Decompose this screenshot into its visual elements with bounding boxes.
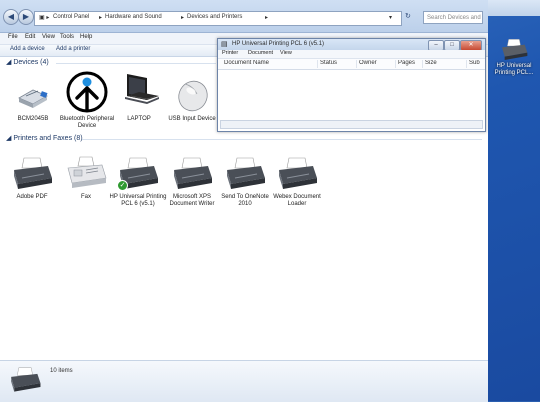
bluetooth-dongle-icon [18, 89, 48, 108]
printer-label: Webex Document Loader [273, 194, 321, 207]
breadcrumb-separator-icon: ▸ [181, 15, 185, 21]
arrow-circle-icon [66, 71, 108, 113]
navigation-bar: ◀ ▶ ▣ ▸ Control Panel ▸ Hardware and Sou… [0, 0, 488, 33]
menu-document[interactable]: Document [248, 50, 273, 56]
menu-edit[interactable]: Edit [25, 34, 35, 40]
print-queue-window: ▤ HP Universal Printing PCL 6 (v5.1) – □… [217, 38, 486, 132]
menu-tools[interactable]: Tools [60, 34, 74, 40]
desktop-icon-label: HP Universal Printing PCL... [494, 63, 534, 76]
devices-group-header[interactable]: ◢ Devices (4) [6, 58, 49, 66]
menu-view[interactable]: View [42, 34, 55, 40]
col-submitted[interactable]: Sub [466, 60, 483, 68]
breadcrumb-control-panel[interactable]: Control Panel [53, 14, 89, 20]
printer-hp-universal[interactable]: ✓ HP Universal Printing PCL 6 (v5.1) [108, 156, 168, 208]
address-bar[interactable]: ▣ ▸ Control Panel ▸ Hardware and Sound ▸… [34, 11, 402, 26]
device-label: Bluetooth Peripheral Device [59, 116, 115, 129]
printers-group-header[interactable]: ◢ Printers and Faxes (8) [6, 134, 83, 142]
printer-send-to-onenote[interactable]: Send To OneNote 2010 [215, 156, 275, 208]
breadcrumb-separator-icon: ▸ [265, 15, 269, 21]
device-label: USB Input Device [168, 116, 216, 122]
details-pane: 10 items [0, 360, 488, 402]
printer-fax[interactable]: Fax [56, 156, 116, 201]
col-owner[interactable]: Owner [356, 60, 395, 68]
background-window-edge [488, 0, 540, 16]
devices-group-label: Devices (4) [13, 59, 49, 66]
refresh-icon[interactable]: ↻ [405, 12, 411, 20]
desktop-printer-shortcut[interactable]: HP Universal Printing PCL... [490, 38, 538, 76]
device-bcm2045b[interactable]: BCM2045B [3, 74, 63, 123]
back-arrow-icon: ◀ [7, 12, 15, 21]
printer-label: Send To OneNote 2010 [221, 194, 269, 207]
col-status[interactable]: Status [317, 60, 356, 68]
item-count: 10 items [50, 368, 73, 374]
printer-label: Adobe PDF [16, 194, 48, 200]
printer-label: HP Universal Printing PCL 6 (v5.1) [109, 194, 167, 207]
printer-icon [174, 157, 212, 189]
fax-icon [67, 156, 107, 188]
col-document-name[interactable]: Document Name [222, 60, 316, 68]
printer-label: Fax [80, 194, 91, 200]
printer-small-icon: ▤ [221, 41, 228, 48]
add-printer-button[interactable]: Add a printer [56, 46, 90, 52]
printer-icon [11, 367, 41, 392]
forward-button[interactable]: ▶ [18, 9, 34, 25]
printer-adobe-pdf[interactable]: Adobe PDF [2, 156, 62, 201]
menu-file[interactable]: File [8, 34, 18, 40]
back-button[interactable]: ◀ [3, 9, 19, 25]
print-queue-title: HP Universal Printing PCL 6 (v5.1) [232, 41, 325, 47]
print-queue-titlebar[interactable]: ▤ HP Universal Printing PCL 6 (v5.1) – □… [218, 39, 485, 51]
search-input[interactable]: Search Devices and Pr... [423, 11, 483, 24]
folder-icon: ▣ ▸ [39, 15, 50, 21]
printers-group-label: Printers and Faxes (8) [13, 135, 83, 142]
device-bluetooth-peripheral[interactable]: Bluetooth Peripheral Device [57, 70, 117, 130]
group-divider [56, 63, 216, 64]
breadcrumb-separator-icon: ▸ [99, 15, 103, 21]
printer-icon [502, 39, 528, 60]
mouse-icon [178, 80, 208, 112]
laptop-icon [125, 74, 159, 104]
default-printer-check-icon: ✓ [117, 180, 128, 191]
col-pages[interactable]: Pages [395, 60, 422, 68]
printer-icon [227, 157, 265, 189]
printer-icon [14, 157, 52, 189]
menu-view[interactable]: View [280, 50, 292, 56]
breadcrumb-hardware-and-sound[interactable]: Hardware and Sound [105, 14, 162, 20]
col-size[interactable]: Size [422, 60, 455, 68]
horizontal-scrollbar[interactable] [220, 120, 483, 129]
printer-label: Microsoft XPS Document Writer [169, 194, 215, 207]
forward-arrow-icon: ▶ [22, 12, 30, 21]
device-laptop[interactable]: LAPTOP [109, 70, 169, 123]
add-device-button[interactable]: Add a device [10, 46, 45, 52]
printer-icon [279, 157, 317, 189]
print-queue-menu: Printer Document View [218, 50, 485, 59]
device-label: LAPTOP [127, 116, 151, 122]
device-label: BCM2045B [17, 116, 49, 122]
menu-printer[interactable]: Printer [222, 50, 238, 56]
print-queue-columns: Document Name Status Owner Pages Size Su… [218, 59, 485, 70]
printer-microsoft-xps[interactable]: Microsoft XPS Document Writer [162, 156, 222, 208]
address-dropdown-icon[interactable]: ▾ [389, 14, 392, 21]
printer-webex[interactable]: Webex Document Loader [267, 156, 327, 208]
group-divider [82, 139, 482, 140]
device-usb-input[interactable]: USB Input Device [162, 72, 222, 123]
breadcrumb-devices-and-printers[interactable]: Devices and Printers [187, 14, 242, 20]
menu-help[interactable]: Help [80, 34, 92, 40]
